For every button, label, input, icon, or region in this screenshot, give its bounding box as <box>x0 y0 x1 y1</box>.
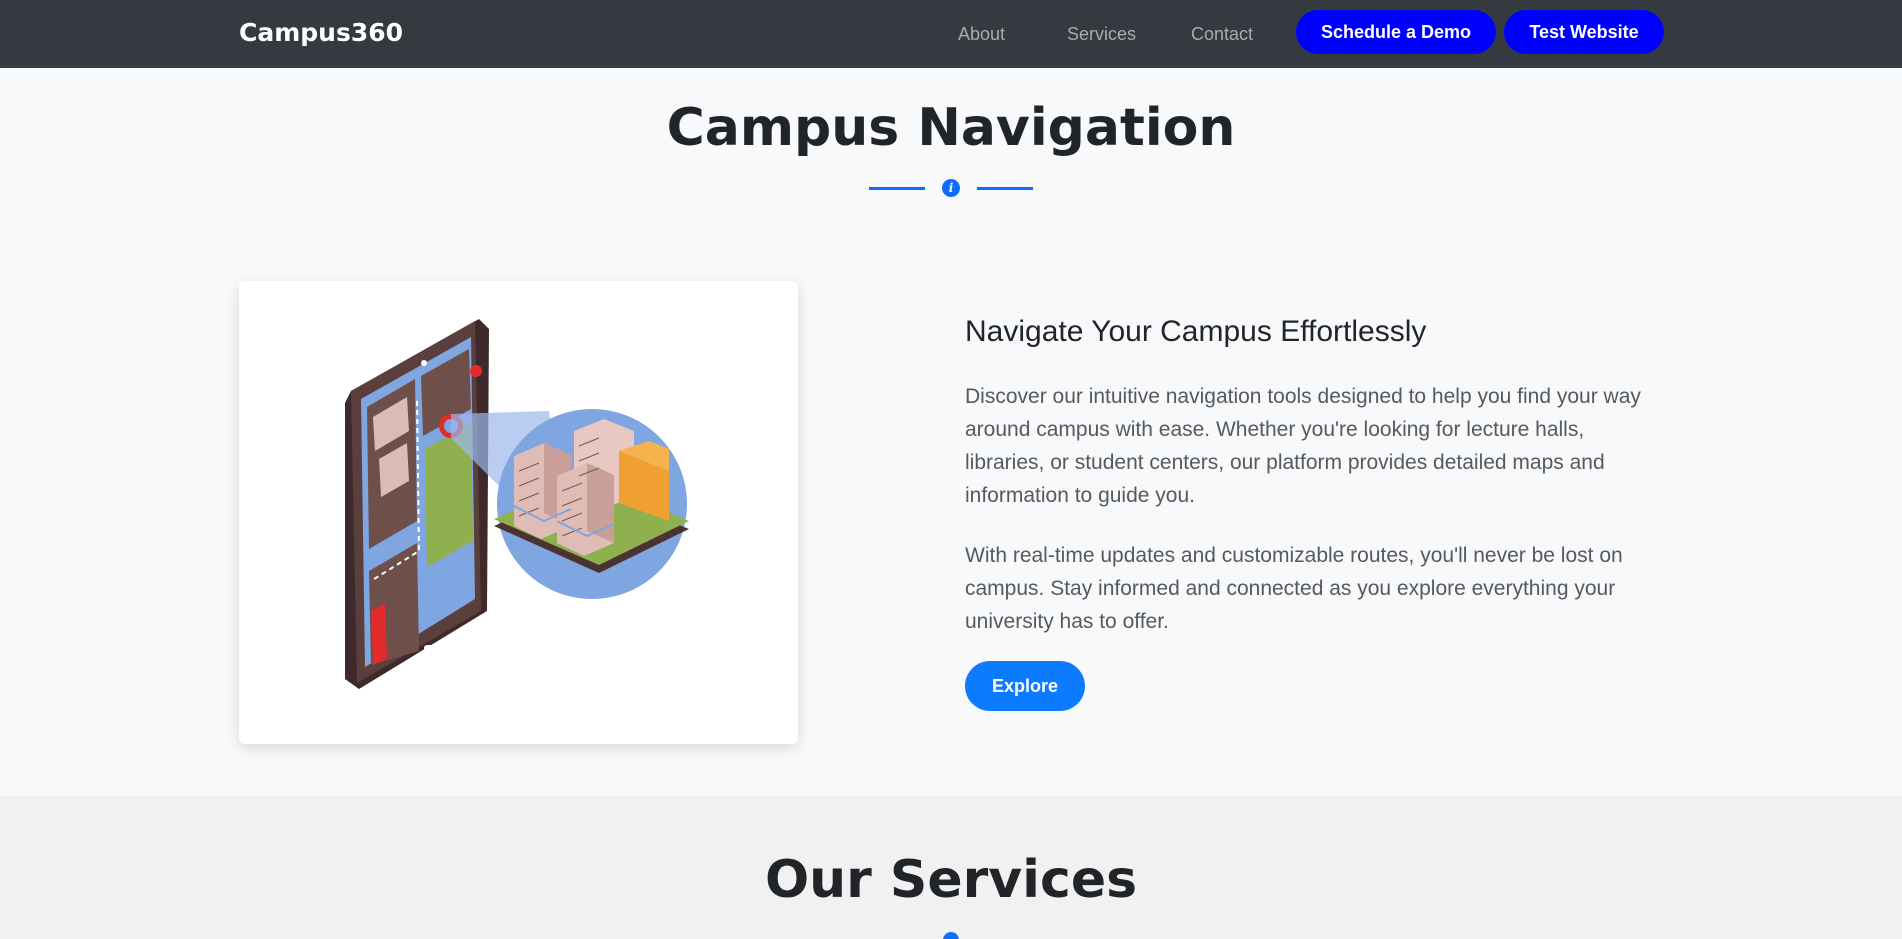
section-title: Campus Navigation <box>666 98 1236 158</box>
title-divider: i <box>0 178 1902 198</box>
nav-link-about[interactable]: About <box>958 22 1005 46</box>
nav-link-contact[interactable]: Contact <box>1191 22 1253 46</box>
services-section: Our Services <box>0 796 1902 939</box>
explore-button[interactable]: Explore <box>965 661 1085 711</box>
divider-line-right <box>977 187 1033 190</box>
services-divider-icon <box>943 932 959 939</box>
divider-line-left <box>869 187 925 190</box>
nav-link-services[interactable]: Services <box>1067 22 1136 46</box>
description-paragraph-2: With real-time updates and customizable … <box>965 544 1623 633</box>
info-icon: i <box>942 179 960 197</box>
top-navbar: Campus360 About Services Contact Schedul… <box>0 0 1902 68</box>
schedule-demo-button[interactable]: Schedule a Demo <box>1296 10 1496 54</box>
test-website-button[interactable]: Test Website <box>1504 10 1664 54</box>
brand-logo[interactable]: Campus360 <box>239 16 403 50</box>
illustration-card <box>239 281 798 744</box>
services-title: Our Services <box>764 850 1138 910</box>
description-paragraph-1: Discover our intuitive navigation tools … <box>965 385 1641 507</box>
phone-map-illustration <box>345 319 689 689</box>
section-subheading: Navigate Your Campus Effortlessly <box>965 315 1427 348</box>
campus-navigation-section: Campus Navigation i Navigate Your Campus… <box>0 68 1902 796</box>
